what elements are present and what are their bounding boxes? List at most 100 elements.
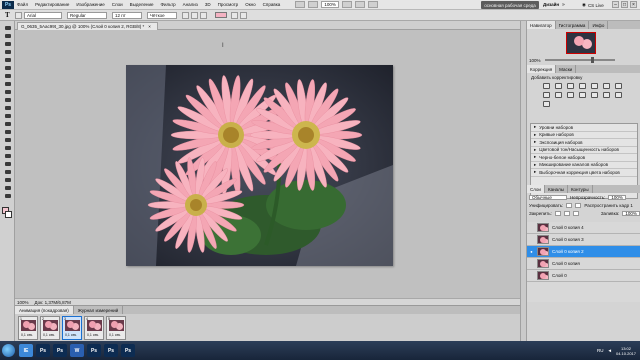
preset-item[interactable]: ▸ Цветовой тон/Насыщенность наборов (531, 147, 637, 154)
quick-select-tool-icon[interactable] (3, 49, 12, 55)
expand-arrow-icon[interactable]: ▸ (534, 124, 536, 130)
cs-live-button[interactable]: ◉ CS Live (582, 2, 604, 8)
menu-item[interactable]: Файл (17, 2, 28, 7)
status-zoom[interactable]: 100% (17, 300, 29, 305)
visibility-eye-icon[interactable] (529, 261, 534, 266)
layer-row[interactable]: Слой 0 копия (527, 258, 640, 270)
levels-icon[interactable] (555, 83, 562, 89)
align-right-button[interactable] (200, 11, 207, 19)
lock-pixels-icon[interactable] (554, 211, 561, 216)
minimize-icon[interactable]: – (612, 1, 619, 8)
taskbar-app-button[interactable]: W (70, 344, 84, 357)
arrange-documents-button[interactable] (354, 1, 365, 8)
frame-delay[interactable]: 0,1 сек. (43, 333, 55, 337)
animation-frame[interactable]: 4 0,1 сек. (84, 316, 104, 340)
curves-icon[interactable] (567, 83, 574, 89)
character-panel-button[interactable] (240, 11, 247, 19)
tab-measurement-log[interactable]: Журнал измерений (74, 306, 124, 314)
crop-tool-icon[interactable] (3, 57, 12, 63)
type-tool-icon[interactable] (3, 145, 12, 151)
color-balance-icon[interactable] (615, 83, 622, 89)
bridge-button[interactable] (295, 1, 306, 8)
preset-item[interactable]: ▸ Выборочная коррекция цвета наборов (531, 169, 637, 177)
animation-frame[interactable]: 1 0,1 сек. (18, 316, 38, 340)
visibility-eye-icon[interactable] (529, 237, 534, 242)
frame-delay[interactable]: 0,1 сек. (65, 333, 77, 337)
layer-name[interactable]: Слой 0 (552, 273, 567, 278)
blur-tool-icon[interactable] (3, 121, 12, 127)
expand-arrow-icon[interactable]: ▸ (534, 132, 536, 138)
eraser-tool-icon[interactable] (3, 105, 12, 111)
photo-filter-icon[interactable] (555, 92, 562, 98)
animation-frame[interactable]: 5 0,1 сек. (106, 316, 126, 340)
font-size-select[interactable]: 12 пт (112, 11, 142, 19)
language-indicator[interactable]: RU (597, 348, 604, 353)
expand-arrow-icon[interactable]: ▸ (534, 139, 536, 145)
opacity-field[interactable]: 100% (608, 195, 626, 200)
visibility-eye-icon[interactable] (529, 225, 534, 230)
expand-arrow-icon[interactable]: ▸ (534, 147, 536, 153)
gradient-tool-icon[interactable] (3, 113, 12, 119)
text-orientation-button[interactable] (15, 11, 22, 19)
visibility-eye-icon[interactable] (529, 273, 534, 278)
history-brush-tool-icon[interactable] (3, 97, 12, 103)
clone-stamp-tool-icon[interactable] (3, 89, 12, 95)
brightness-icon[interactable] (543, 83, 550, 89)
zoom-level-field[interactable]: 100% (321, 1, 339, 8)
close-icon[interactable]: × (630, 1, 637, 8)
start-button-icon[interactable] (2, 344, 15, 357)
menu-item[interactable]: Анализ (183, 2, 198, 7)
menu-item[interactable]: Редактирование (35, 2, 69, 7)
black-white-icon[interactable] (543, 92, 550, 98)
frame-delay[interactable]: 0,1 сек. (87, 333, 99, 337)
preset-item[interactable]: ▸ Микширование каналов наборов (531, 162, 637, 169)
hand-tool-icon[interactable] (3, 185, 12, 191)
menu-item[interactable]: 3D (205, 2, 211, 7)
threshold-icon[interactable] (603, 92, 610, 98)
3d-orbit-tool-icon[interactable] (3, 177, 12, 183)
taskbar-app-button[interactable]: IE (19, 344, 33, 357)
fill-field[interactable]: 100% (622, 211, 640, 216)
3d-rotate-tool-icon[interactable] (3, 169, 12, 175)
type-tool-icon[interactable]: T (5, 11, 15, 19)
unify-position-checkbox[interactable] (566, 203, 573, 208)
menu-item[interactable]: Просмотр (218, 2, 239, 7)
blend-mode-select[interactable]: Обычные (529, 195, 567, 200)
menu-item[interactable]: Выделение (130, 2, 154, 7)
preset-item[interactable]: ▸ Черно-белое наборов (531, 154, 637, 162)
tab-histogram[interactable]: Гистограмма (556, 21, 590, 29)
hand-tool-button[interactable] (341, 1, 352, 8)
hue-saturation-icon[interactable] (603, 83, 610, 89)
visibility-eye-icon[interactable]: ● (529, 249, 534, 254)
align-left-button[interactable] (182, 11, 189, 19)
font-family-select[interactable]: Arial (24, 11, 62, 19)
preset-item[interactable]: ▸ Уровни наборов (531, 124, 637, 132)
navigator-zoom-value[interactable]: 100% (529, 58, 541, 63)
move-tool-icon[interactable] (3, 25, 12, 31)
font-style-select[interactable]: Regular (67, 11, 107, 19)
unify-visibility-checkbox[interactable] (575, 203, 582, 208)
tab-adjustments[interactable]: Коррекция (527, 65, 557, 73)
exposure-icon[interactable] (579, 83, 586, 89)
taskbar-app-button[interactable]: Ps (104, 344, 118, 357)
animation-frame[interactable]: 2 0,1 сек. (40, 316, 60, 340)
layer-row-selected[interactable]: ● Слой 0 копия 2 (527, 246, 640, 258)
tab-animation[interactable]: Анимация (покадровая) (15, 306, 74, 314)
taskbar-app-button[interactable]: Ps (36, 344, 50, 357)
marquee-tool-icon[interactable] (3, 33, 12, 39)
lock-all-icon[interactable] (572, 211, 579, 216)
tab-paths[interactable]: Контуры (568, 185, 593, 193)
navigator-zoom-slider[interactable] (544, 57, 615, 63)
navigator-preview[interactable] (566, 32, 596, 54)
layer-row[interactable]: Слой 0 копия 4 (527, 222, 640, 234)
expand-arrow-icon[interactable]: ▸ (534, 154, 536, 160)
minibridge-button[interactable] (308, 1, 319, 8)
warp-text-button[interactable] (231, 11, 238, 19)
dodge-tool-icon[interactable] (3, 129, 12, 135)
healing-brush-tool-icon[interactable] (3, 73, 12, 79)
vibrance-icon[interactable] (591, 83, 598, 89)
layer-name[interactable]: Слой 0 копия (552, 261, 580, 266)
background-color-swatch[interactable] (5, 211, 12, 218)
pen-tool-icon[interactable] (3, 137, 12, 143)
menu-item[interactable]: Справка (263, 2, 281, 7)
